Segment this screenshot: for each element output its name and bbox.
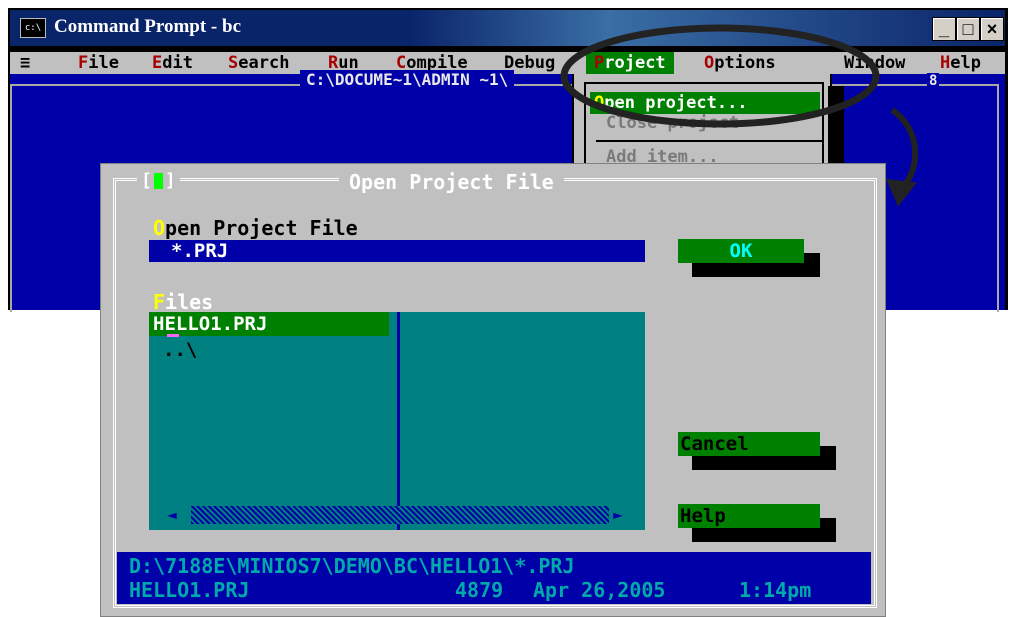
horizontal-scrollbar[interactable]: [163, 506, 627, 524]
text-cursor: [167, 334, 179, 337]
files-label: Files: [153, 290, 214, 314]
dialog-title: Open Project File: [339, 170, 564, 194]
info-path: D:\7188E\MINIOS7\DEMO\BC\HELLO1\*.PRJ: [129, 554, 575, 578]
minimize-button[interactable]: _: [932, 17, 956, 41]
file-info-bar: D:\7188E\MINIOS7\DEMO\BC\HELLO1\*.PRJ HE…: [117, 552, 871, 604]
open-project-dialog: [] Open Project File Open Project File *…: [100, 163, 886, 617]
menu-separator: [596, 140, 822, 142]
info-filesize: 4879: [455, 578, 504, 602]
files-column-divider: [397, 312, 400, 530]
ok-button[interactable]: OK: [678, 239, 804, 263]
editor-window-number: 8: [927, 73, 940, 89]
scroll-right-icon[interactable]: ►: [609, 506, 627, 524]
list-item[interactable]: ..\: [163, 338, 197, 362]
list-item[interactable]: HELLO1.PRJ: [149, 312, 389, 336]
info-time: 1:14pm: [739, 578, 812, 602]
info-filename: HELLO1.PRJ: [129, 578, 250, 602]
system-menu[interactable]: ≡: [20, 52, 30, 74]
window-title: Command Prompt - bc: [54, 16, 242, 37]
scroll-left-icon[interactable]: ◄: [163, 506, 181, 524]
help-button[interactable]: Help: [678, 504, 820, 528]
editor-window-title: C:\DOCUME~1\ADMIN ~1\: [300, 70, 515, 89]
open-project-file-label: Open Project File: [153, 216, 358, 240]
menu-search[interactable]: Search: [228, 52, 289, 74]
menu-file[interactable]: File: [78, 52, 119, 74]
info-date: Apr 26,2005: [533, 578, 666, 602]
files-list[interactable]: HELLO1.PRJ ..\ ◄ ►: [149, 312, 645, 530]
close-icon: [153, 173, 163, 189]
scrollbar-thumb[interactable]: [181, 506, 191, 524]
project-filename-input[interactable]: *.PRJ: [149, 240, 645, 262]
annotation-ellipse: [560, 24, 880, 128]
menu-edit[interactable]: Edit: [152, 52, 193, 74]
menu-help[interactable]: Help: [940, 52, 981, 74]
maximize-button[interactable]: □: [956, 17, 980, 41]
dialog-close-button[interactable]: []: [137, 170, 180, 191]
command-prompt-icon: c:\: [20, 18, 46, 38]
close-button[interactable]: ×: [980, 17, 1004, 41]
cancel-button[interactable]: Cancel: [678, 432, 820, 456]
